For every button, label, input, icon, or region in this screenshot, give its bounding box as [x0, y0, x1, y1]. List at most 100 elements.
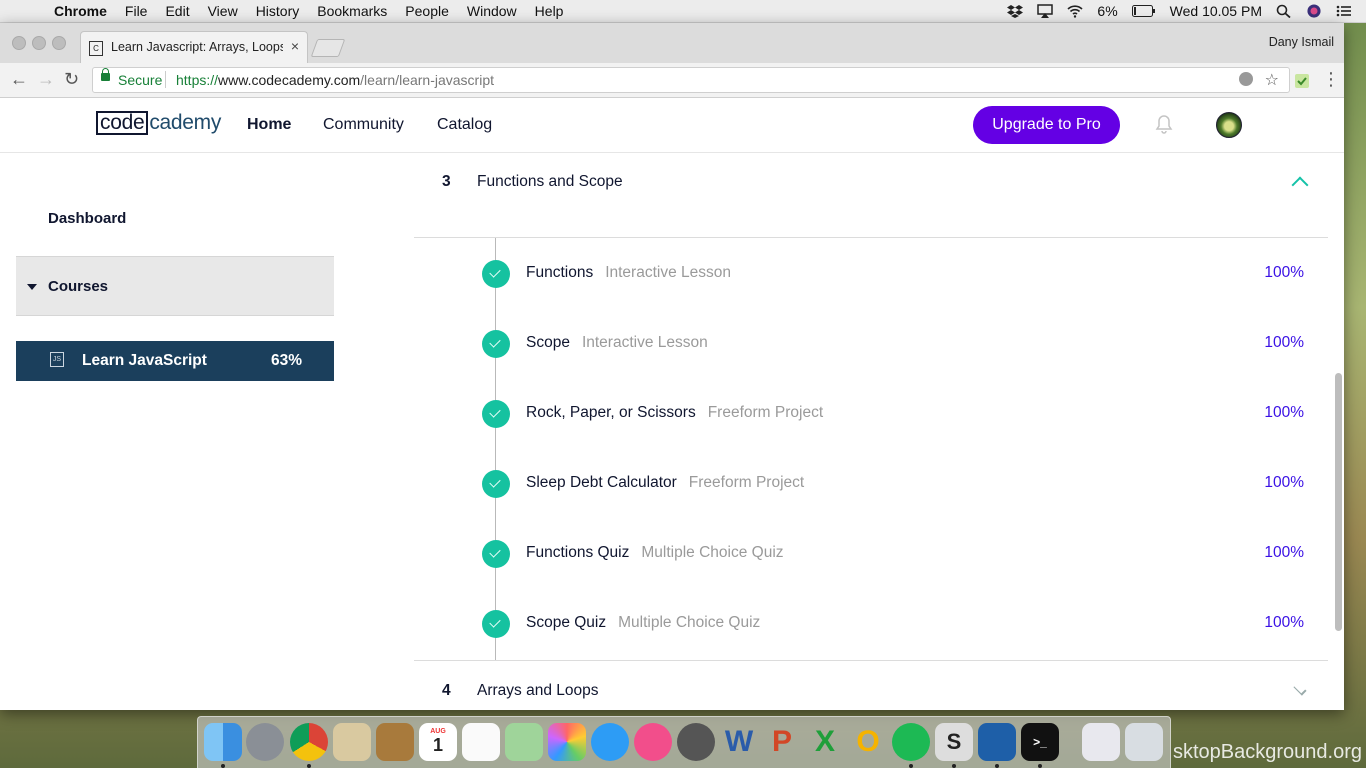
dropbox-icon[interactable] — [1007, 4, 1024, 18]
minimize-window-icon[interactable] — [32, 36, 46, 50]
browser-tab[interactable]: C Learn Javascript: Arrays, Loops × — [80, 31, 308, 64]
menu-people[interactable]: People — [405, 3, 449, 19]
lesson-name: Functions Quiz — [526, 544, 630, 561]
chrome-icon[interactable] — [290, 723, 328, 761]
lesson-row[interactable]: Scope Quiz Multiple Choice Quiz 100% — [414, 603, 1328, 643]
notification-bell-icon[interactable] — [1155, 114, 1173, 134]
calendar-icon[interactable]: AUG 1 — [419, 723, 457, 761]
completed-check-icon — [482, 540, 510, 568]
address-bar[interactable]: Secure https://www.codecademy.com/learn/… — [92, 67, 1290, 93]
notification-center-icon[interactable] — [1336, 4, 1352, 18]
lesson-row[interactable]: Rock, Paper, or Scissors Freeform Project… — [414, 393, 1328, 433]
forward-icon[interactable]: → — [37, 69, 55, 90]
menu-view[interactable]: View — [208, 3, 238, 19]
sublime-icon[interactable]: S — [935, 723, 973, 761]
menu-edit[interactable]: Edit — [165, 3, 189, 19]
downloads-stack-icon[interactable] — [1082, 723, 1120, 761]
course-js-icon: JS — [50, 352, 64, 367]
bookmark-star-icon[interactable]: ☆ — [1265, 70, 1279, 90]
completed-check-icon — [482, 330, 510, 358]
menu-app-name[interactable]: Chrome — [54, 3, 107, 19]
lesson-name: Scope — [526, 334, 570, 351]
terminal-icon[interactable]: >_ — [1021, 723, 1059, 761]
mail-icon[interactable] — [333, 723, 371, 761]
running-indicator — [1038, 764, 1042, 768]
nav-home[interactable]: Home — [247, 116, 291, 134]
sidebar-course-learn-javascript[interactable]: JS Learn JavaScript 63% — [16, 341, 334, 381]
menu-bookmarks[interactable]: Bookmarks — [317, 3, 387, 19]
address-separator — [165, 71, 166, 88]
browser-toolbar: ← → ↻ Secure https://www.codecademy.com/… — [0, 63, 1344, 98]
calendar-day: 1 — [432, 735, 443, 755]
lesson-row[interactable]: Functions Quiz Multiple Choice Quiz 100% — [414, 533, 1328, 573]
blocked-popup-icon[interactable] — [1239, 72, 1253, 86]
sidebar-courses-toggle[interactable]: Courses — [16, 256, 334, 316]
launchpad-icon[interactable] — [246, 723, 284, 761]
course-progress: 63% — [270, 352, 302, 369]
unit-header-functions-and-scope[interactable]: 3 Functions and Scope — [414, 152, 1328, 238]
unit-number: 3 — [442, 173, 451, 190]
reminders-icon[interactable] — [462, 723, 500, 761]
itunes-icon[interactable] — [634, 723, 672, 761]
messages-icon[interactable] — [591, 723, 629, 761]
lesson-type: Interactive Lesson — [605, 264, 731, 281]
spotify-icon[interactable] — [892, 723, 930, 761]
battery-icon[interactable] — [1131, 5, 1156, 17]
nav-community[interactable]: Community — [323, 116, 404, 134]
lesson-type: Multiple Choice Quiz — [641, 544, 784, 561]
reload-icon[interactable]: ↻ — [64, 69, 79, 90]
menu-history[interactable]: History — [256, 3, 300, 19]
sidebar-dashboard-link[interactable]: Dashboard — [48, 210, 126, 227]
zoom-window-icon[interactable] — [52, 36, 66, 50]
word-icon[interactable]: W — [720, 723, 758, 761]
logo-cademy: cademy — [149, 111, 222, 134]
nav-catalog[interactable]: Catalog — [437, 116, 492, 134]
lesson-type: Freeform Project — [707, 404, 824, 421]
profile-name[interactable]: Dany Ismail — [1269, 35, 1334, 49]
user-avatar[interactable] — [1216, 112, 1242, 138]
back-icon[interactable]: ← — [10, 69, 28, 90]
course-name: Learn JavaScript — [82, 352, 207, 369]
lesson-row[interactable]: Scope Interactive Lesson 100% — [414, 323, 1328, 363]
powerpoint-icon[interactable]: P — [763, 723, 801, 761]
system-preferences-icon[interactable] — [677, 723, 715, 761]
maps-icon[interactable] — [505, 723, 543, 761]
wifi-icon[interactable] — [1067, 4, 1083, 18]
chevron-down-icon[interactable] — [1293, 682, 1307, 696]
battery-percent: 6% — [1097, 3, 1118, 19]
chrome-menu-icon[interactable]: ⋮ — [1322, 69, 1340, 90]
lesson-progress: 100% — [1264, 474, 1304, 491]
outlook-icon[interactable]: O — [849, 723, 887, 761]
trash-icon[interactable] — [1125, 723, 1163, 761]
upgrade-to-pro-button[interactable]: Upgrade to Pro — [973, 106, 1120, 144]
unit-number: 4 — [442, 682, 451, 699]
menubar-menus: Chrome File Edit View History Bookmarks … — [54, 3, 581, 19]
chevron-up-icon[interactable] — [1291, 176, 1309, 194]
spotlight-search-icon[interactable] — [1276, 4, 1292, 18]
running-indicator — [995, 764, 999, 768]
extension-icon[interactable] — [1294, 73, 1310, 89]
menu-file[interactable]: File — [125, 3, 148, 19]
page-scrollbar[interactable] — [1335, 373, 1342, 631]
unit-title: Arrays and Loops — [477, 682, 599, 699]
unit-header-arrays-and-loops[interactable]: 4 Arrays and Loops — [414, 660, 1328, 710]
codecademy-logo[interactable]: code cademy — [96, 110, 221, 136]
close-window-icon[interactable] — [12, 36, 26, 50]
lesson-name: Functions — [526, 264, 594, 281]
vscode-icon[interactable] — [978, 723, 1016, 761]
airplay-icon[interactable] — [1037, 4, 1054, 18]
menu-help[interactable]: Help — [535, 3, 564, 19]
menubar-clock[interactable]: Wed 10.05 PM — [1170, 3, 1262, 19]
photos-icon[interactable] — [548, 723, 586, 761]
excel-icon[interactable]: X — [806, 723, 844, 761]
desktop-watermark: sktopBackground.org — [1172, 741, 1362, 763]
lesson-row[interactable]: Functions Interactive Lesson 100% — [414, 253, 1328, 293]
url-host: www.codecademy.com — [218, 72, 361, 88]
lesson-row[interactable]: Sleep Debt Calculator Freeform Project 10… — [414, 463, 1328, 503]
menu-window[interactable]: Window — [467, 3, 517, 19]
close-tab-icon[interactable]: × — [291, 38, 299, 54]
finder-icon[interactable] — [204, 723, 242, 761]
new-tab-button[interactable] — [310, 39, 346, 57]
contacts-icon[interactable] — [376, 723, 414, 761]
siri-icon[interactable] — [1306, 4, 1322, 18]
